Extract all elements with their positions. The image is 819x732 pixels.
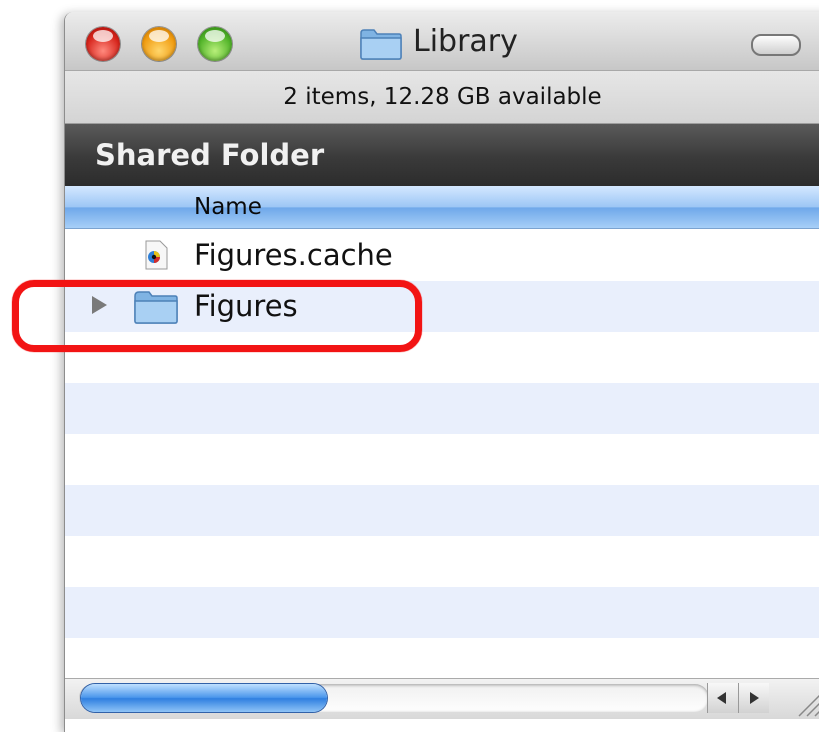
empty-row bbox=[65, 434, 819, 485]
empty-row bbox=[65, 383, 819, 434]
status-bar: 2 items, 12.28 GB available bbox=[65, 71, 819, 124]
arrow-right-icon bbox=[750, 692, 759, 704]
minimize-button[interactable] bbox=[142, 27, 176, 61]
horizontal-scrollbar[interactable] bbox=[65, 678, 819, 719]
title-bar[interactable]: Library bbox=[65, 12, 819, 71]
scroll-thumb[interactable] bbox=[81, 684, 327, 712]
cache-file-icon bbox=[145, 240, 168, 270]
toolbar-toggle-button[interactable] bbox=[751, 34, 801, 56]
empty-row bbox=[65, 587, 819, 638]
close-button[interactable] bbox=[86, 27, 120, 61]
shared-folder-header: Shared Folder bbox=[65, 124, 819, 186]
scroll-right-button[interactable] bbox=[738, 683, 769, 713]
list-item-figures-cache[interactable]: Figures.cache bbox=[65, 230, 819, 281]
empty-row bbox=[65, 485, 819, 536]
folder-icon bbox=[360, 29, 402, 60]
status-text: 2 items, 12.28 GB available bbox=[283, 84, 602, 110]
arrow-left-icon bbox=[717, 692, 726, 704]
list-item-label: Figures.cache bbox=[194, 238, 393, 272]
column-header-label: Name bbox=[194, 194, 262, 220]
zoom-button[interactable] bbox=[198, 27, 232, 61]
empty-row bbox=[65, 536, 819, 587]
shared-folder-label: Shared Folder bbox=[95, 138, 325, 172]
column-header-name[interactable]: Name bbox=[65, 186, 819, 229]
scroll-left-button[interactable] bbox=[707, 683, 738, 713]
highlight-annotation bbox=[12, 280, 422, 352]
window-title: Library bbox=[413, 24, 518, 59]
resize-grip-icon[interactable] bbox=[791, 687, 819, 717]
finder-window: Library 2 items, 12.28 GB available Shar… bbox=[64, 12, 819, 732]
